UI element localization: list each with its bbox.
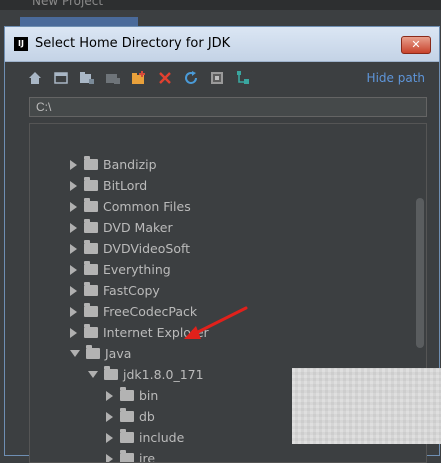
expand-arrow-icon[interactable]	[70, 286, 77, 296]
folder-icon	[84, 306, 98, 317]
tree-row[interactable]: Java	[70, 343, 131, 364]
tree-row-label: include	[139, 430, 184, 445]
tree-row-label: DVD Maker	[103, 220, 173, 235]
folder-icon	[84, 327, 98, 338]
tree-row[interactable]: db	[106, 406, 155, 427]
expand-arrow-icon[interactable]	[70, 202, 77, 212]
folder-icon	[84, 285, 98, 296]
desktop-icon[interactable]	[53, 70, 69, 86]
tree-row[interactable]: bin	[106, 385, 158, 406]
expand-arrow-icon[interactable]	[70, 160, 77, 170]
tree-row[interactable]: include	[106, 427, 184, 448]
folder-icon	[104, 369, 118, 380]
folder-icon	[84, 201, 98, 212]
folder-icon	[84, 159, 98, 170]
tree-row[interactable]: Internet Explorer	[70, 322, 209, 343]
tree-row-label: Everything	[103, 262, 171, 277]
refresh-icon[interactable]	[183, 70, 199, 86]
expand-arrow-icon[interactable]	[70, 181, 77, 191]
file-chooser-toolbar	[27, 67, 261, 89]
folder-icon	[84, 222, 98, 233]
expand-arrow-icon[interactable]	[70, 244, 77, 254]
dialog-title: Select Home Directory for JDK	[35, 36, 230, 51]
path-input[interactable]	[29, 97, 427, 117]
folder-icon	[120, 411, 134, 422]
tree-row[interactable]: FreeCodecPack	[70, 301, 197, 322]
tree-row-label: DVDVideoSoft	[103, 241, 190, 256]
parent-window-titlebar: New Project	[0, 0, 441, 10]
tree-row-label: Internet Explorer	[103, 325, 209, 340]
delete-icon[interactable]	[157, 70, 173, 86]
tree-row[interactable]: Common Files	[70, 196, 191, 217]
folder-icon	[84, 180, 98, 191]
expand-arrow-icon[interactable]	[70, 265, 77, 275]
folder-icon	[84, 264, 98, 275]
expand-arrow-icon[interactable]	[106, 433, 113, 443]
tree-row-label: Bandizip	[103, 157, 157, 172]
tree-row[interactable]: BitLord	[70, 175, 147, 196]
module-icon[interactable]	[105, 70, 121, 86]
tree-row-label: Common Files	[103, 199, 191, 214]
tree-row-label: bin	[139, 388, 158, 403]
close-button[interactable]: ✕	[401, 36, 431, 54]
tree-row[interactable]: Everything	[70, 259, 171, 280]
hide-path-link[interactable]: Hide path	[367, 71, 425, 85]
tree-link-icon[interactable]	[235, 70, 251, 86]
dialog-titlebar: IJ Select Home Directory for JDK ✕	[5, 27, 439, 62]
tree-scrollbar[interactable]	[416, 198, 424, 348]
intellij-app-icon: IJ	[14, 37, 28, 51]
tree-row-label: Java	[105, 346, 131, 361]
show-hidden-icon[interactable]	[209, 70, 225, 86]
expand-arrow-icon[interactable]	[106, 454, 113, 463]
tree-row-label: BitLord	[103, 178, 147, 193]
tree-row[interactable]: jre	[106, 448, 155, 463]
parent-window-title: New Project	[32, 0, 103, 8]
folder-icon	[120, 390, 134, 401]
expand-arrow-icon[interactable]	[106, 391, 113, 401]
tree-row-label: jre	[139, 451, 155, 463]
home-icon[interactable]	[27, 70, 43, 86]
new-folder-icon[interactable]	[131, 70, 147, 86]
folder-icon	[120, 432, 134, 443]
tree-row[interactable]: DVD Maker	[70, 217, 173, 238]
tree-row-label: FreeCodecPack	[103, 304, 197, 319]
folder-icon	[86, 348, 100, 359]
tree-row-label: jdk1.8.0_171	[123, 367, 204, 382]
tree-row[interactable]: FastCopy	[70, 280, 160, 301]
expand-arrow-icon[interactable]	[106, 412, 113, 422]
tree-row[interactable]: Bandizip	[70, 154, 157, 175]
collapse-arrow-icon[interactable]	[70, 350, 80, 357]
folder-icon	[120, 453, 134, 463]
folder-icon	[84, 243, 98, 254]
tree-row-label: FastCopy	[103, 283, 160, 298]
tree-row[interactable]: jdk1.8.0_171	[88, 364, 204, 385]
expand-arrow-icon[interactable]	[70, 307, 77, 317]
blurred-watermark	[292, 368, 441, 444]
expand-arrow-icon[interactable]	[70, 223, 77, 233]
expand-arrow-icon[interactable]	[70, 328, 77, 338]
collapse-arrow-icon[interactable]	[88, 371, 98, 378]
tree-row-label: db	[139, 409, 155, 424]
project-icon[interactable]	[79, 70, 95, 86]
tree-row[interactable]: DVDVideoSoft	[70, 238, 190, 259]
